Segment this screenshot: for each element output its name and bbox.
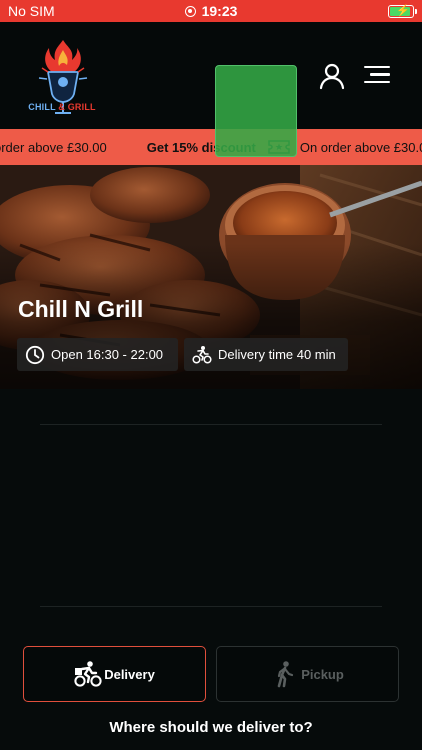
delivery-time-text: Delivery time 40 min	[218, 347, 336, 362]
restaurant-name: Chill N Grill	[18, 296, 144, 322]
delivery-address-prompt: Where should we deliver to?	[109, 719, 313, 736]
divider	[40, 606, 382, 607]
promo-banner[interactable]: order above £30.00 Get 15% discount On o…	[0, 129, 422, 165]
delivery-mode-label: Delivery	[104, 666, 155, 682]
opening-hours-text: Open 16:30 - 22:00	[51, 347, 164, 362]
green-overlay-box	[215, 65, 297, 157]
opening-hours-chip: Open 16:30 - 22:00	[17, 338, 178, 371]
logo-wordmark: CHILL & GRILL	[28, 102, 96, 112]
pickup-mode-button[interactable]: Pickup	[216, 646, 399, 702]
promo-condition-text: On order above £30.00	[299, 139, 422, 155]
delivery-time-chip: Delivery time 40 min	[184, 338, 348, 371]
pickup-mode-label: Pickup	[301, 666, 344, 682]
divider	[40, 424, 382, 425]
clock-icon	[25, 345, 45, 364]
delivery-bike-icon	[74, 661, 102, 687]
promo-text-previous: order above £30.00	[0, 139, 107, 155]
walking-person-icon	[277, 661, 294, 688]
status-bar: No SIM 19:23 ⚡	[0, 0, 422, 22]
delivery-mode-button[interactable]: Delivery	[23, 646, 206, 702]
screen-record-icon	[184, 5, 196, 17]
user-icon[interactable]	[318, 62, 346, 90]
battery-icon: ⚡	[388, 4, 417, 18]
status-time: 19:23	[201, 3, 238, 19]
restaurant-hero: Chill N Grill Open 16:30 - 22:00 Deliver…	[0, 165, 422, 389]
menu-icon[interactable]	[364, 66, 390, 88]
status-clock: 19:23	[184, 3, 238, 19]
carrier-label: No SIM	[8, 3, 55, 19]
app-header: CHILL & GRILL	[0, 22, 422, 129]
delivery-bike-icon	[192, 345, 212, 364]
charging-icon: ⚡	[396, 4, 410, 17]
